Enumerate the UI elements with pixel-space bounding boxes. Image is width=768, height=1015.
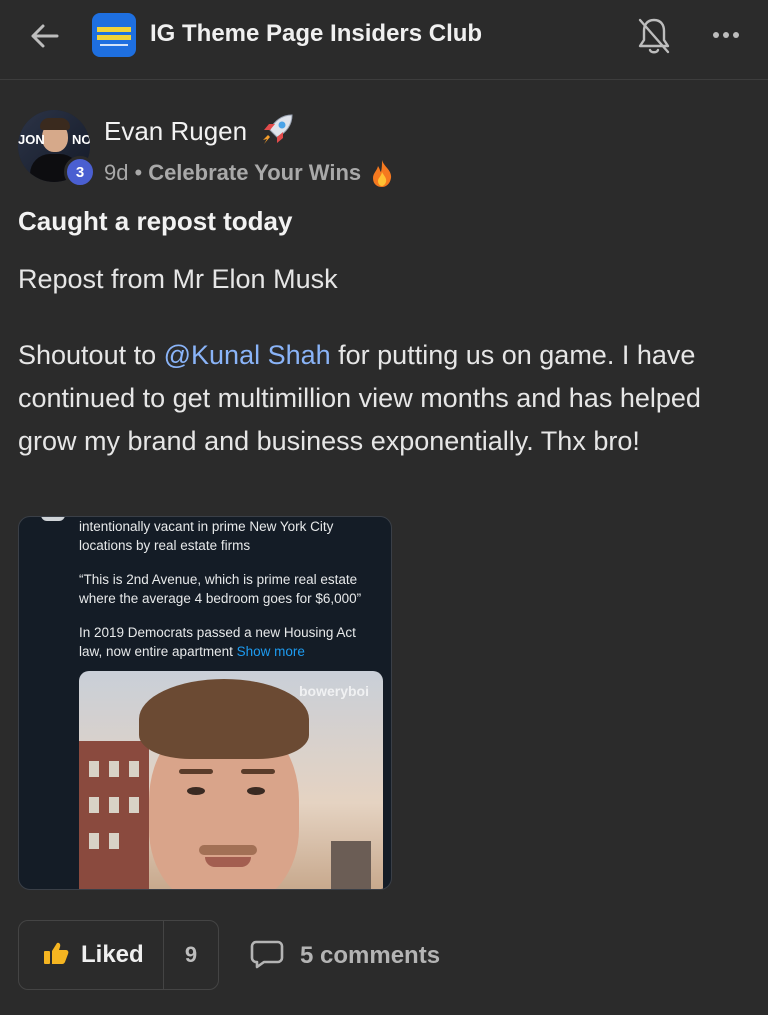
top-bar: IG Theme Page Insiders Club [0,0,768,80]
thumbs-up-icon [43,941,69,970]
back-arrow-icon[interactable] [24,18,64,54]
building-window [129,761,139,777]
comments-button[interactable]: 5 comments [250,934,440,978]
bell-off-icon[interactable] [634,14,674,58]
like-control: Liked 9 [18,920,219,990]
post-category[interactable]: Celebrate Your Wins [148,160,361,186]
level-badge: 3 [64,156,96,188]
building-left [79,741,149,889]
tweet-text: intentionally vacant in prime New York C… [79,517,379,676]
author-name[interactable]: Evan Rugen [104,116,247,147]
liked-label: Liked [81,941,144,968]
like-count[interactable]: 9 [164,921,218,989]
tweet-paragraph-text: In 2019 Democrats passed a new Housing A… [79,625,356,659]
building-window [89,833,99,849]
post-time: 9d [104,160,129,185]
more-dot [713,32,719,38]
post-body-text: Shoutout to [18,340,164,370]
group-logo-stripe [97,27,131,32]
rocket-emoji-icon [258,112,296,148]
building-window [129,797,139,813]
more-dot [733,32,739,38]
avatar-text-right: NO [72,132,90,147]
post-meta: 9d • Celebrate Your Wins [104,158,395,188]
person-brow [241,769,275,774]
person-eye [247,787,265,795]
meta-separator: • [134,160,143,185]
video-thumbnail: boweryboi [79,671,383,889]
building-window [89,797,99,813]
liked-button[interactable]: Liked [19,921,164,989]
tweet-avatar-fragment [41,517,65,521]
building-window [89,761,99,777]
tweet-paragraph: intentionally vacant in prime New York C… [79,519,334,553]
post-body-line: Repost from Mr Elon Musk [18,264,338,294]
avatar-hair [40,118,70,130]
group-logo[interactable] [92,13,136,57]
post-media-image[interactable]: intentionally vacant in prime New York C… [18,516,392,890]
fire-emoji-icon [369,158,395,188]
person-brow [179,769,213,774]
person-mustache [199,845,257,855]
tweet-show-more: Show more [236,644,305,659]
more-dot [723,32,729,38]
tweet-paragraph: “This is 2nd Avenue, which is prime real… [79,572,362,606]
group-logo-stripe [97,35,131,40]
person-hair [139,679,309,759]
more-icon[interactable] [704,20,748,50]
building-window [109,833,119,849]
group-logo-line [100,44,128,46]
building-window [109,797,119,813]
post-body-paragraph: Shoutout to @Kunal Shah for putting us o… [18,334,758,463]
video-watermark: boweryboi [298,683,369,699]
avatar-text-left: JON [18,132,45,147]
user-mention-link[interactable]: @Kunal Shah [164,340,331,370]
comment-icon [250,939,284,974]
building-window [109,761,119,777]
group-title[interactable]: IG Theme Page Insiders Club [150,20,482,48]
tweet-paragraph: In 2019 Democrats passed a new Housing A… [79,623,379,661]
building-right [331,841,371,889]
person-eye [187,787,205,795]
person-mouth [205,857,251,867]
post-title: Caught a repost today [18,206,293,236]
comments-label: 5 comments [300,942,441,969]
